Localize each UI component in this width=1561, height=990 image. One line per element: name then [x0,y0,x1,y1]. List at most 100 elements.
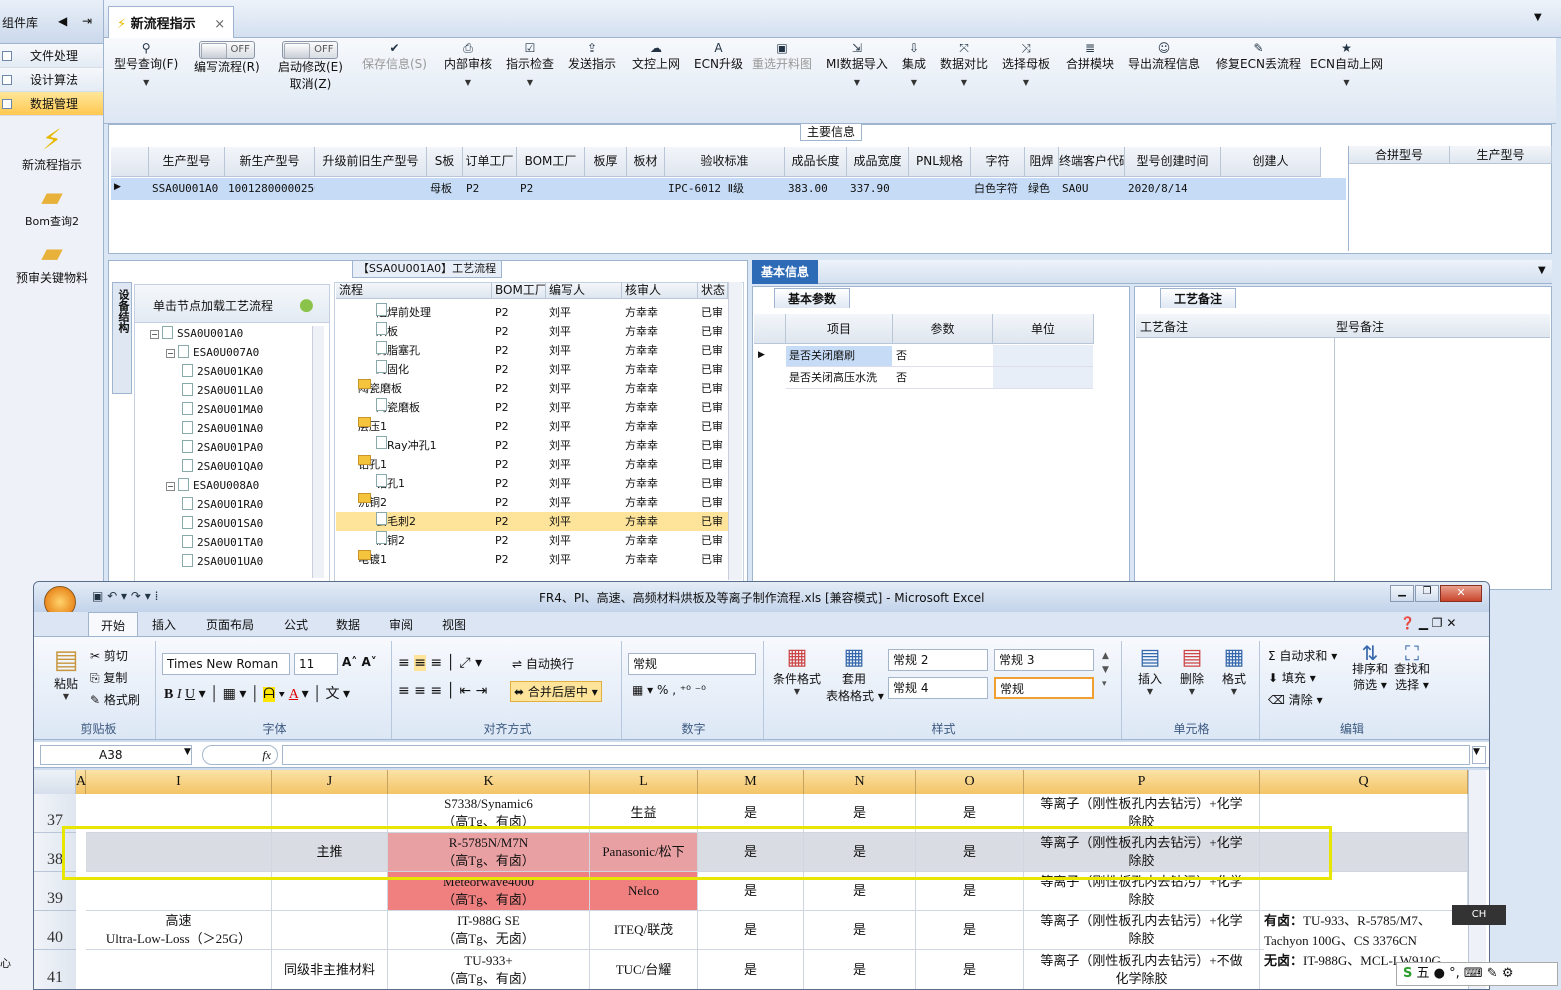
col-header[interactable]: 单位 [993,314,1094,344]
param-unit[interactable] [993,345,1093,367]
ime-toolbar[interactable]: S 五 ● °, ⌨ ✎ ⚙ [1396,962,1558,986]
dropdown-arrow-icon[interactable]: ▼ [1343,78,1349,87]
dropdown-arrow-icon[interactable]: ▼ [465,78,471,87]
sidebar-item-design[interactable]: 设计算法 [0,68,103,92]
sheet-cell[interactable]: 是 [698,950,804,989]
paste-button[interactable]: ▤ 粘贴 ▼ [46,645,86,701]
arrow-left-icon[interactable]: ◀ [58,14,67,28]
function-icon[interactable]: fx [202,745,278,765]
sheet-cell[interactable]: 是 [916,872,1024,911]
table-cell[interactable]: 白色字符 [971,178,1025,200]
sheet-cell[interactable]: 是 [804,950,916,989]
column-header[interactable]: Q [1260,770,1468,794]
col-header[interactable]: 订单工厂 [463,147,517,177]
find-select-button[interactable]: ⛶ 查找和 选择 ▾ [1392,643,1432,693]
sheet-cell[interactable] [272,872,388,911]
sheet-cell[interactable]: 是 [804,872,916,911]
save-info-button[interactable]: ✔ 保存信息(S) [362,40,427,73]
sheet-cell[interactable]: 是 [698,833,804,872]
tab-basic-params[interactable]: 基本参数 [774,288,850,308]
tab-new-flow[interactable]: ⚡ 新流程指示 × [108,6,234,38]
style-normal3[interactable]: 常规 3 [994,649,1094,671]
toggle-switch[interactable]: OFF [198,41,255,59]
close-icon[interactable]: ✕ [1440,585,1482,602]
table-cell[interactable]: P2 [517,178,585,200]
doc-online-button[interactable]: ☁ 文控上网 [632,40,680,73]
tab-review[interactable]: 审阅 [389,616,413,633]
list-item[interactable]: 树脂塞孔 P2 刘平 方幸幸 已审 [336,341,738,360]
col-header[interactable]: 流程 [336,283,492,299]
col-header[interactable]: 核审人 [622,283,698,299]
tree-node[interactable]: 2SA0U01PA0 [182,438,263,457]
sheet-cell[interactable] [1260,794,1468,833]
table-cell[interactable] [585,178,627,200]
autosum-button[interactable]: Σ 自动求和 ▾ [1268,647,1337,664]
sheet-cell[interactable]: 等离子（刚性板孔内去钻污）+化学 除胶 [1024,872,1260,911]
sheet-cell[interactable] [1260,833,1468,872]
col-header[interactable]: PNL规格 [909,147,971,177]
collapse-icon[interactable]: − [166,482,175,491]
tree-node[interactable]: 2SA0U01LA0 [182,381,263,400]
cut-button[interactable]: ✂ 剪切 [90,647,128,664]
export-flow-button[interactable]: ☺ 导出流程信息 [1128,40,1200,73]
column-header[interactable]: O [916,770,1024,794]
sheet-cell[interactable]: Panasonic/松下 [590,833,698,872]
tree-node[interactable]: 2SA0U01TA0 [182,533,263,552]
sidebar-item-file[interactable]: 文件处理 [0,44,103,68]
data-compare-button[interactable]: ⤧ 数据对比 ▼ [940,40,988,91]
column-header[interactable]: P [1024,770,1260,794]
table-cell[interactable]: P2 [463,178,517,200]
table-cell[interactable]: IPC-6012 Ⅱ级 [665,178,785,200]
merge-center-button[interactable]: ⬌ 合并后居中 ▾ [510,681,602,702]
table-cell[interactable]: 337.90 [847,178,909,200]
sheet-cell[interactable]: TUC/台耀 [590,950,698,989]
sheet-cell[interactable]: 等离子（刚性板孔内去钻污）+化学 除胶 [1024,911,1260,950]
integrate-button[interactable]: ⇩ 集成 ▼ [902,40,926,91]
list-item[interactable]: 钻孔1 P2 刘平 方幸幸 已审 [336,455,738,474]
sheet-cell[interactable] [86,794,272,833]
sheet-cell[interactable]: 生益 [590,794,698,833]
tab-page-layout[interactable]: 页面布局 [206,616,254,633]
col-header[interactable]: S板 [427,147,463,177]
sheet-cell[interactable]: R-5785N/M7N （高Tg、有卤） [388,833,590,872]
select-all-corner[interactable] [34,770,76,794]
dropdown-arrow-icon[interactable]: ▼ [527,78,533,87]
ecn-auto-online-button[interactable]: ★ ECN自动上网 ▼ [1310,40,1383,91]
help-icon[interactable]: ❓ ▁ ❐ ✕ [1400,616,1456,630]
font-size-select[interactable]: 11 [294,653,338,675]
list-item[interactable]: 沉铜2 P2 刘平 方幸幸 已审 [336,493,738,512]
tree-node[interactable]: 2SA0U01KA0 [182,362,263,381]
col-header[interactable]: 型号创建时间 [1125,147,1221,177]
insert-cells-button[interactable]: ▤ 插入 ▼ [1130,645,1170,696]
table-cell[interactable]: 383.00 [785,178,847,200]
send-instruction-button[interactable]: ⇪ 发送指示 [568,40,616,73]
sheet-cell[interactable]: Nelco [590,872,698,911]
tab-data[interactable]: 数据 [336,616,360,633]
param-item[interactable]: 是否关闭高压水洗 [786,367,893,389]
sheet-cell[interactable]: 是 [916,911,1024,950]
table-cell[interactable] [315,178,427,200]
conditional-format-button[interactable]: ▦ 条件格式 ▼ [772,645,822,696]
sidebar-big-newflow[interactable]: ⚡ 新流程指示 [0,124,104,173]
tree-node[interactable]: − SSA0U001A0 [150,324,243,343]
table-cell[interactable]: 绿色 [1025,178,1059,200]
style-normal[interactable]: 常规 [994,677,1094,699]
sidebar-item-data[interactable]: 数据管理 [0,92,103,116]
sort-filter-button[interactable]: ⇅ 排序和 筛选 ▾ [1352,643,1388,693]
sheet-cell[interactable]: 主推 [272,833,388,872]
sheet-cell[interactable]: 等离子（刚性板孔内去钻污）+化学 除胶 [1024,794,1260,833]
fill-button[interactable]: ⬇ 填充 ▾ [1268,669,1316,686]
col-header[interactable]: 字符 [971,147,1025,177]
sheet-cell[interactable]: 是 [804,833,916,872]
column-header[interactable]: L [590,770,698,794]
sheet-cell[interactable] [272,911,388,950]
list-item[interactable]: 阻焊前处理 P2 刘平 方幸幸 已审 [336,303,738,322]
select-motherboard-button[interactable]: ⤨ 选择母板 ▼ [1002,40,1050,91]
table-cell[interactable] [1221,178,1321,200]
sheet-cell[interactable]: 是 [698,911,804,950]
merge-module-button[interactable]: ≣ 合拼模块 [1066,40,1114,73]
sheet-cell[interactable] [1260,872,1468,911]
sheet-cell[interactable]: 等离子（刚性板孔内去钻污）+化学 除胶 [1024,833,1260,872]
grow-shrink-font-icons[interactable]: A˄ A˅ [342,655,377,669]
internal-review-button[interactable]: ⎙ 内部审核 ▼ [444,40,492,91]
